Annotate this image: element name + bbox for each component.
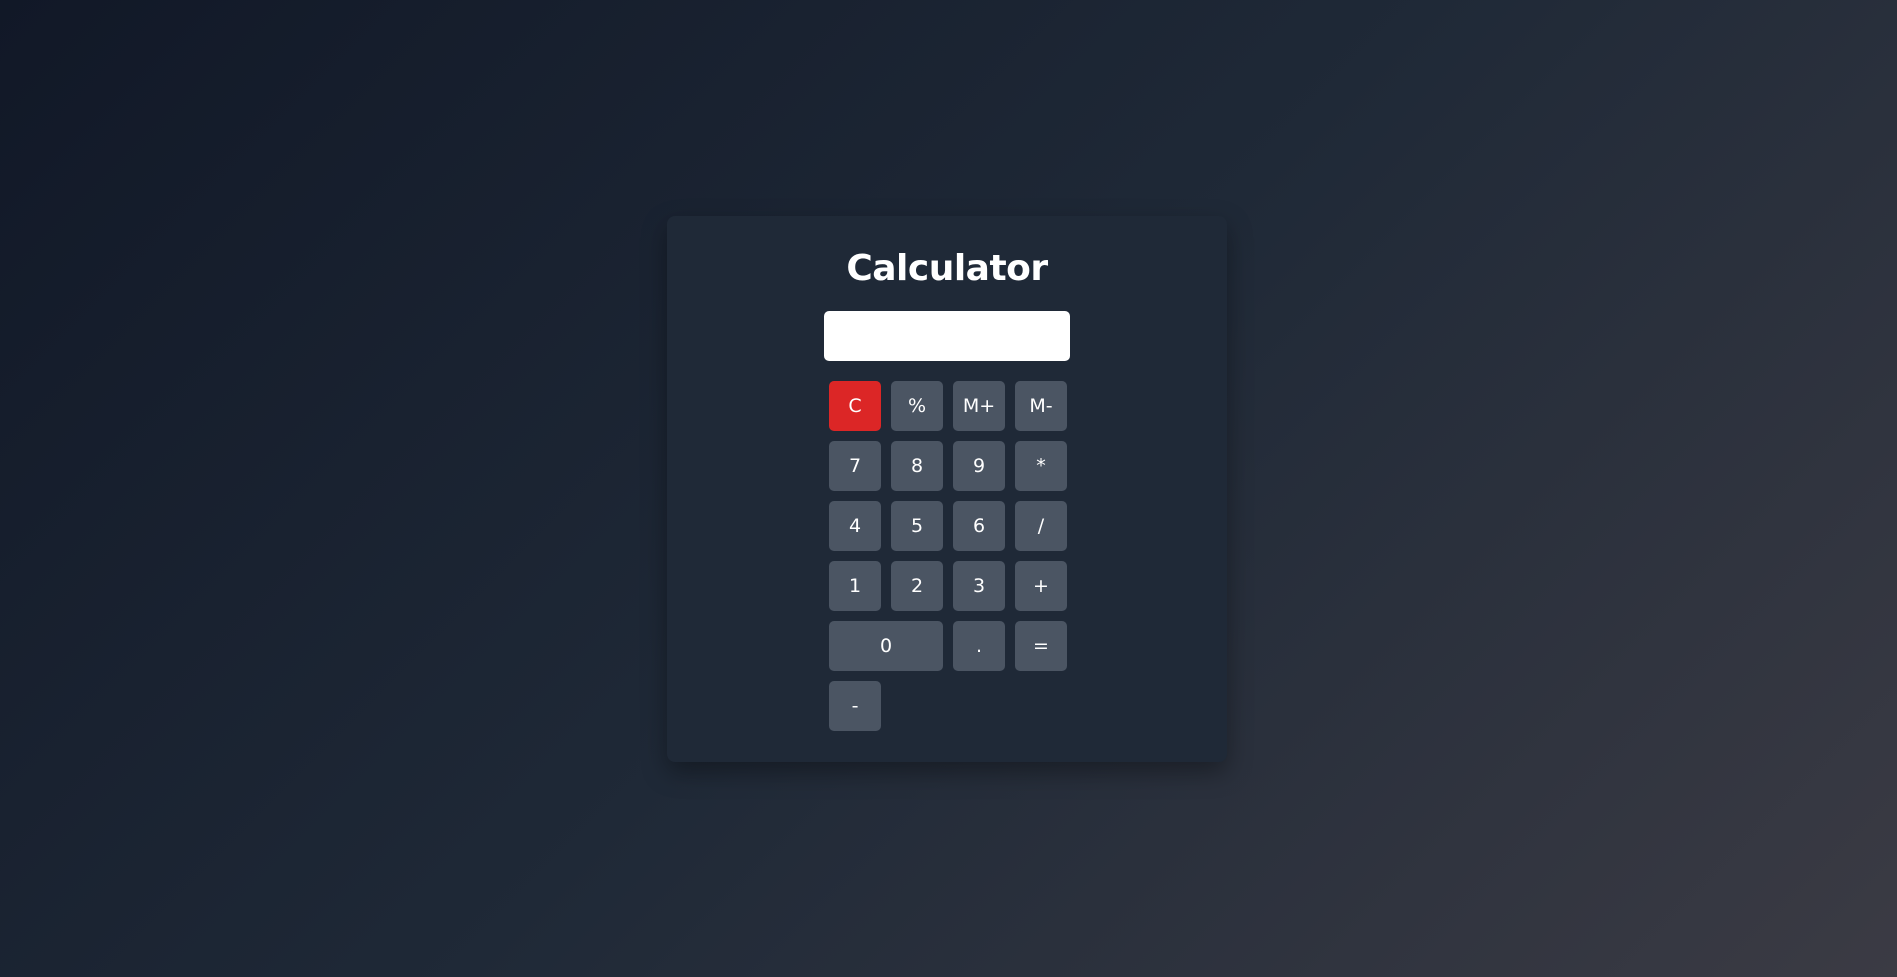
digit-7-button[interactable]: 7 bbox=[829, 441, 881, 491]
calculator-display[interactable] bbox=[824, 311, 1070, 361]
digit-3-button[interactable]: 3 bbox=[953, 561, 1005, 611]
calculator-card: Calculator C % M+ M- 7 8 9 * 4 5 6 / 1 2… bbox=[667, 216, 1227, 762]
divide-button[interactable]: / bbox=[1015, 501, 1067, 551]
digit-0-button[interactable]: 0 bbox=[829, 621, 943, 671]
memory-add-button[interactable]: M+ bbox=[953, 381, 1005, 431]
plus-button[interactable]: + bbox=[1015, 561, 1067, 611]
page-title: Calculator bbox=[846, 248, 1048, 289]
digit-8-button[interactable]: 8 bbox=[891, 441, 943, 491]
memory-subtract-button[interactable]: M- bbox=[1015, 381, 1067, 431]
clear-button[interactable]: C bbox=[829, 381, 881, 431]
percent-button[interactable]: % bbox=[891, 381, 943, 431]
digit-4-button[interactable]: 4 bbox=[829, 501, 881, 551]
minus-button[interactable]: - bbox=[829, 681, 881, 731]
digit-2-button[interactable]: 2 bbox=[891, 561, 943, 611]
digit-9-button[interactable]: 9 bbox=[953, 441, 1005, 491]
equals-button[interactable]: = bbox=[1015, 621, 1067, 671]
decimal-button[interactable]: . bbox=[953, 621, 1005, 671]
multiply-button[interactable]: * bbox=[1015, 441, 1067, 491]
digit-1-button[interactable]: 1 bbox=[829, 561, 881, 611]
digit-5-button[interactable]: 5 bbox=[891, 501, 943, 551]
digit-6-button[interactable]: 6 bbox=[953, 501, 1005, 551]
